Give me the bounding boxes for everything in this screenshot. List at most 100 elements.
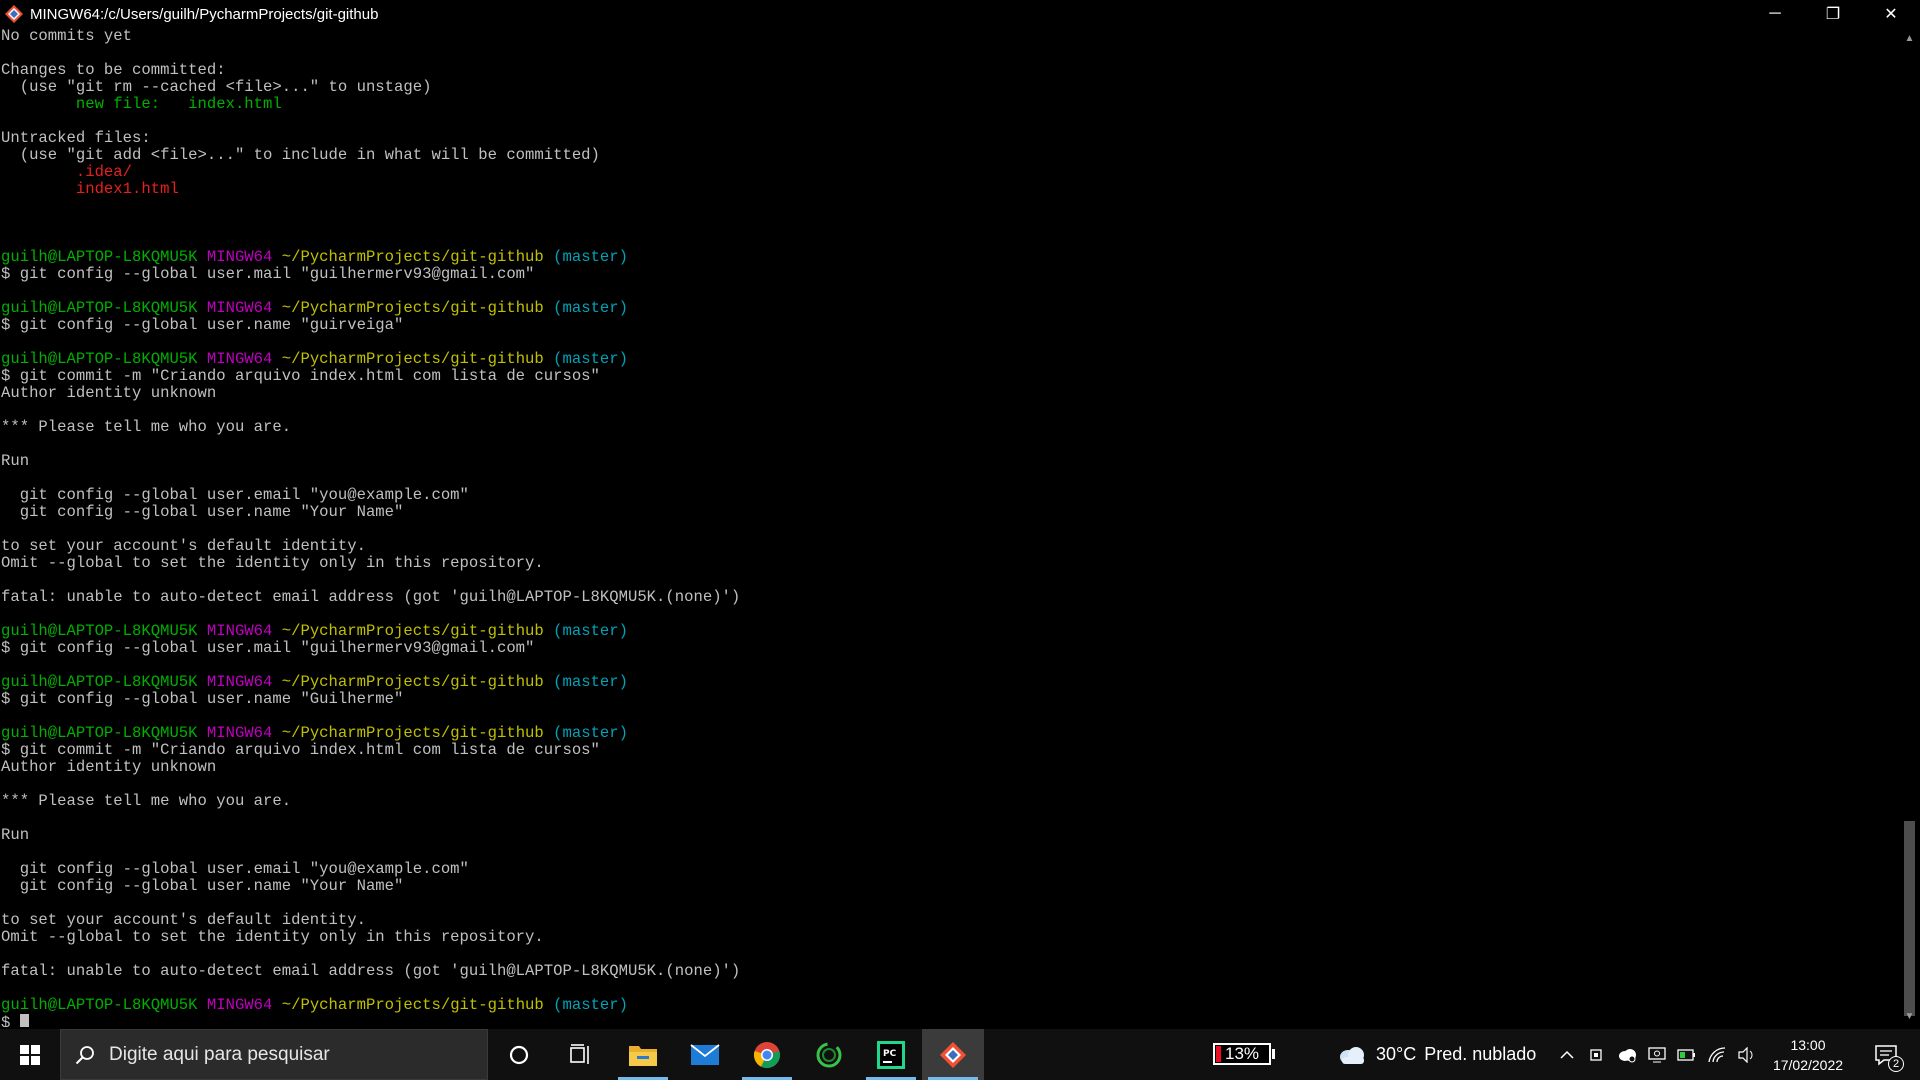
terminal-text-segment: guilh@LAPTOP-L8KQMU5K — [1, 299, 198, 317]
taskbar-clock[interactable]: 13:00 17/02/2022 — [1762, 1029, 1854, 1080]
terminal-line: Run — [1, 827, 1898, 844]
file-explorer-button[interactable] — [612, 1029, 674, 1080]
terminal-text-segment: .idea/ — [1, 163, 133, 181]
scroll-thumb[interactable] — [1904, 821, 1915, 1016]
volume-button[interactable] — [1732, 1029, 1762, 1080]
terminal-line: $ git commit -m "Criando arquivo index.h… — [1, 742, 1898, 759]
display-button[interactable] — [1642, 1029, 1672, 1080]
terminal-text-segment: ~/PycharmProjects/git-github — [281, 299, 544, 317]
network-button[interactable] — [1702, 1029, 1732, 1080]
terminal-text-segment: (master) — [553, 673, 629, 691]
terminal-text-segment: Run — [1, 452, 30, 470]
terminal-text-segment: MINGW64 — [206, 996, 273, 1014]
cortana-button[interactable] — [488, 1029, 550, 1080]
terminal-text-segment: fatal: unable to auto-detect email addre… — [1, 962, 741, 980]
terminal-text-segment: MINGW64 — [206, 299, 273, 317]
pycharm-button[interactable]: PC — [860, 1029, 922, 1080]
battery-charging-icon — [1677, 1048, 1695, 1061]
terminal-line: guilh@LAPTOP-L8KQMU5K MINGW64 ~/PycharmP… — [1, 623, 1898, 640]
terminal-text-segment: MINGW64 — [206, 673, 273, 691]
loading-app-button[interactable] — [798, 1029, 860, 1080]
terminal-text-segment: MINGW64 — [206, 248, 273, 266]
terminal-text-segment: index1.html — [1, 180, 179, 198]
terminal-line: index1.html — [1, 181, 1898, 198]
taskbar: Digite aqui para pesquisar PC 13% 30°C P… — [0, 1029, 1920, 1080]
mail-button[interactable] — [674, 1029, 736, 1080]
battery-monitor-widget[interactable]: 13% — [1212, 1037, 1276, 1071]
restore-button[interactable]: ❐ — [1804, 0, 1862, 28]
terminal-line: new file: index.html — [1, 96, 1898, 113]
terminal-line: to set your account's default identity. — [1, 538, 1898, 555]
action-center-button[interactable]: 2 — [1862, 1029, 1910, 1080]
terminal-output[interactable]: No commits yet Changes to be committed: (… — [0, 28, 1898, 1027]
terminal-text-segment: $ git commit -m "Criando arquivo index.h… — [1, 741, 600, 759]
pycharm-icon: PC — [877, 1040, 905, 1069]
terminal-line: Author identity unknown — [1, 759, 1898, 776]
taskbar-search-box[interactable]: Digite aqui para pesquisar — [60, 1029, 488, 1080]
chrome-icon — [753, 1041, 780, 1068]
terminal-line: $ git config --global user.name "guirvei… — [1, 317, 1898, 334]
terminal-text-segment: *** Please tell me who you are. — [1, 418, 292, 436]
battery-tip — [1272, 1049, 1275, 1059]
terminal-text-segment: git config --global user.email "you@exam… — [1, 486, 469, 504]
terminal-line: Author identity unknown — [1, 385, 1898, 402]
title-bar[interactable]: MINGW64:/c/Users/guilh/PycharmProjects/g… — [0, 0, 1920, 28]
onedrive-button[interactable] — [1612, 1029, 1642, 1080]
terminal-text-segment: MINGW64 — [206, 724, 273, 742]
terminal-window: MINGW64:/c/Users/guilh/PycharmProjects/g… — [0, 0, 1920, 1029]
terminal-line: to set your account's default identity. — [1, 912, 1898, 929]
terminal-line: guilh@LAPTOP-L8KQMU5K MINGW64 ~/PycharmP… — [1, 674, 1898, 691]
terminal-text-segment: ~/PycharmProjects/git-github — [281, 248, 544, 266]
terminal-text-segment: (master) — [553, 622, 629, 640]
scroll-up-arrow-icon[interactable]: ▲ — [1899, 30, 1920, 47]
speaker-icon — [1738, 1046, 1753, 1063]
task-view-button[interactable] — [550, 1029, 612, 1080]
terminal-line: $ git commit -m "Criando arquivo index.h… — [1, 368, 1898, 385]
battery-tray-button[interactable] — [1672, 1029, 1702, 1080]
close-button[interactable]: ✕ — [1862, 0, 1920, 28]
meet-now-button[interactable] — [1582, 1029, 1612, 1080]
git-bash-button[interactable] — [922, 1029, 984, 1080]
chrome-button[interactable] — [736, 1029, 798, 1080]
weather-widget[interactable]: 30°C Pred. nublado — [1338, 1029, 1536, 1080]
show-hidden-icons-button[interactable] — [1552, 1029, 1582, 1080]
vertical-scrollbar[interactable]: ▲ ▼ — [1899, 28, 1920, 1027]
terminal-line: git config --global user.name "Your Name… — [1, 878, 1898, 895]
system-tray — [1552, 1029, 1762, 1080]
terminal-text-segment: to set your account's default identity. — [1, 537, 366, 555]
terminal-text-segment: Omit --global to set the identity only i… — [1, 554, 544, 572]
minimize-button[interactable]: ─ — [1746, 0, 1804, 28]
terminal-line: fatal: unable to auto-detect email addre… — [1, 589, 1898, 606]
start-button[interactable] — [0, 1029, 60, 1080]
terminal-text-segment: guilh@LAPTOP-L8KQMU5K — [1, 248, 198, 266]
terminal-text-segment: No commits yet — [1, 28, 133, 45]
scroll-down-arrow-icon[interactable]: ▼ — [1899, 1008, 1920, 1025]
search-placeholder: Digite aqui para pesquisar — [109, 1043, 330, 1065]
terminal-line: Omit --global to set the identity only i… — [1, 555, 1898, 572]
terminal-text-segment: $ — [1, 1014, 20, 1028]
terminal-line: .idea/ — [1, 164, 1898, 181]
terminal-line: *** Please tell me who you are. — [1, 419, 1898, 436]
search-icon — [75, 1045, 94, 1064]
window-title: MINGW64:/c/Users/guilh/PycharmProjects/g… — [30, 5, 379, 23]
terminal-text-segment: Author identity unknown — [1, 384, 217, 402]
terminal-line: (use "git add <file>..." to include in w… — [1, 147, 1898, 164]
terminal-line: Changes to be committed: — [1, 62, 1898, 79]
terminal-text-segment: (master) — [553, 996, 629, 1014]
